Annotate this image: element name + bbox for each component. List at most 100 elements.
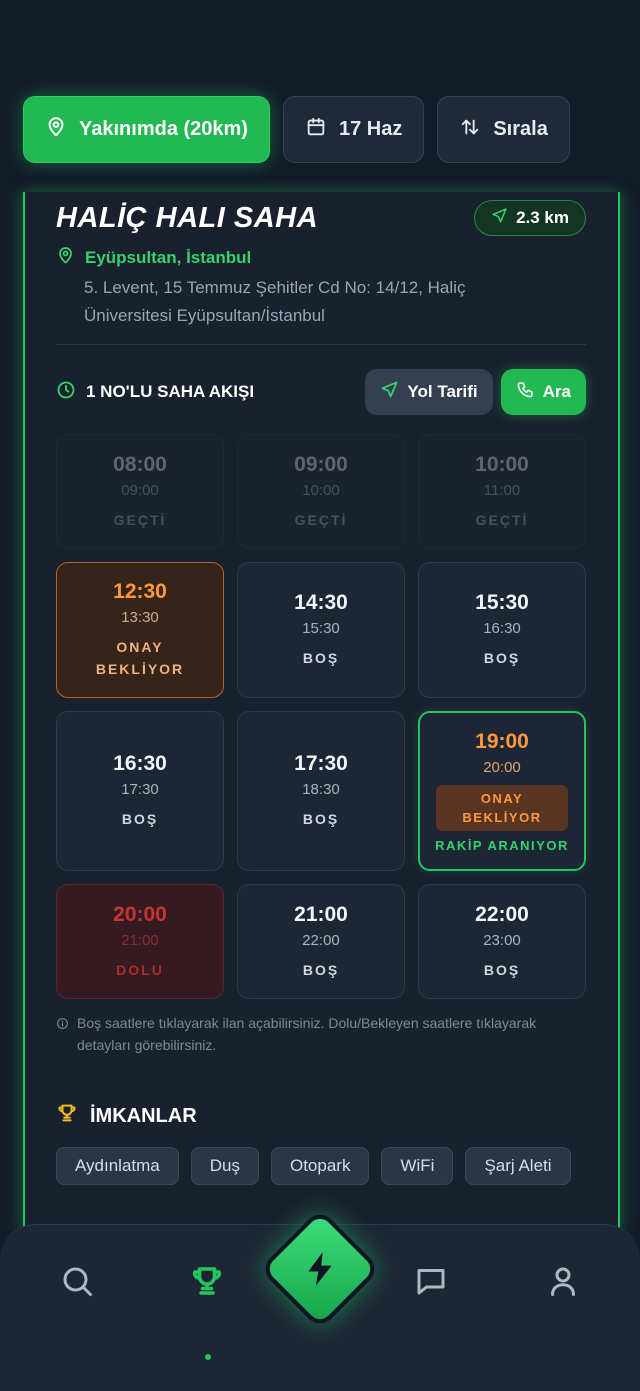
nearby-filter-label: Yakınımda (20km) xyxy=(79,118,248,140)
slot-end-time: 20:00 xyxy=(483,758,521,776)
nav-search[interactable] xyxy=(59,1263,99,1303)
time-slot-available[interactable]: 21:00 22:00 BOŞ xyxy=(237,884,405,999)
trophy-icon xyxy=(189,1267,225,1303)
slot-status: ONAY BEKLİYOR xyxy=(96,636,184,680)
slot-end-time: 23:00 xyxy=(483,931,521,949)
slot-start-time: 17:30 xyxy=(294,752,348,775)
search-icon xyxy=(59,1267,95,1303)
amenities-header: İMKANLAR xyxy=(56,1102,197,1130)
schedule-hint: Boş saatlere tıklayarak ilan açabilirsin… xyxy=(56,1012,576,1056)
schedule-title-text: 1 NO'LU SAHA AKIŞI xyxy=(86,382,255,401)
nav-messages[interactable] xyxy=(413,1263,453,1303)
schedule-hint-text: Boş saatlere tıklayarak ilan açabilirsin… xyxy=(77,1015,537,1053)
phone-icon xyxy=(516,380,535,404)
call-label: Ara xyxy=(542,382,571,401)
navigation-arrow-icon xyxy=(491,207,508,229)
sort-arrows-icon xyxy=(459,116,481,144)
amenity-tag: WiFi xyxy=(381,1147,454,1185)
amenities-list: Aydınlatma Duş Otopark WiFi Şarj Aleti xyxy=(56,1147,576,1185)
slot-end-time: 21:00 xyxy=(121,931,159,949)
slot-end-time: 16:30 xyxy=(483,620,521,637)
slot-start-time: 22:00 xyxy=(475,902,529,926)
calendar-icon xyxy=(305,116,327,144)
slot-start-time: 10:00 xyxy=(475,452,529,476)
divider xyxy=(56,344,586,345)
venue-address: 5. Levent, 15 Temmuz Şehitler Cd No: 14/… xyxy=(84,278,466,325)
user-icon xyxy=(545,1267,581,1303)
lightning-icon xyxy=(300,1249,340,1289)
slot-start-time: 19:00 xyxy=(475,729,529,753)
slot-start-time: 20:00 xyxy=(113,902,167,926)
amenity-tag: Otopark xyxy=(270,1147,370,1185)
top-bar: Yakınımda (20km) 17 Haz Sırala xyxy=(0,0,640,192)
location-pin-icon xyxy=(56,246,75,270)
time-slot-grid: 08:00 09:00 GEÇTİ 09:00 10:00 GEÇTİ 10:0… xyxy=(56,434,588,999)
distance-value: 2.3 km xyxy=(516,208,569,227)
sort-label: Sırala xyxy=(493,118,548,140)
slot-status: BOŞ xyxy=(483,961,521,978)
time-slot-past: 10:00 11:00 GEÇTİ xyxy=(418,434,586,549)
slot-status: GEÇTİ xyxy=(475,511,529,528)
slot-end-time: 18:30 xyxy=(302,781,340,798)
time-slot-pending[interactable]: 12:30 13:30 ONAY BEKLİYOR xyxy=(56,562,224,698)
slot-end-time: 22:00 xyxy=(302,931,340,949)
filter-bar: Yakınımda (20km) 17 Haz Sırala xyxy=(23,96,570,163)
slot-status: GEÇTİ xyxy=(113,511,167,528)
pending-badge-line: ONAY xyxy=(480,790,524,806)
clock-icon xyxy=(56,380,76,405)
slot-start-time: 16:30 xyxy=(113,752,167,775)
trophy-icon xyxy=(56,1102,78,1130)
info-icon xyxy=(56,1012,69,1056)
slot-end-time: 10:00 xyxy=(302,481,340,499)
slot-status: BOŞ xyxy=(121,811,159,827)
time-slot-full[interactable]: 20:00 21:00 DOLU xyxy=(56,884,224,999)
nav-trophy[interactable] xyxy=(189,1263,229,1303)
schedule-header: 1 NO'LU SAHA AKIŞI Yol Tarifi Ara xyxy=(56,368,586,416)
time-slot-available[interactable]: 15:30 16:30 BOŞ xyxy=(418,562,586,698)
amenity-tag: Şarj Aleti xyxy=(465,1147,571,1185)
slot-status: DOLU xyxy=(116,961,164,978)
amenity-tag: Aydınlatma xyxy=(56,1147,179,1185)
slot-start-time: 14:30 xyxy=(294,591,348,614)
sort-button[interactable]: Sırala xyxy=(437,96,570,163)
time-slot-available[interactable]: 17:30 18:30 BOŞ xyxy=(237,711,405,871)
slot-end-time: 11:00 xyxy=(483,481,521,499)
slot-status: BOŞ xyxy=(483,650,521,666)
venue-location: Eyüpsultan, İstanbul xyxy=(56,246,251,270)
location-pin-icon xyxy=(45,116,67,144)
amenity-tag: Duş xyxy=(190,1147,259,1185)
slot-end-time: 15:30 xyxy=(302,620,340,637)
time-slot-available[interactable]: 22:00 23:00 BOŞ xyxy=(418,884,586,999)
date-filter-label: 17 Haz xyxy=(338,118,403,140)
slot-start-time: 09:00 xyxy=(294,452,348,476)
slot-status-line: BEKLİYOR xyxy=(95,661,185,677)
time-slot-available[interactable]: 16:30 17:30 BOŞ xyxy=(56,711,224,871)
nav-profile[interactable] xyxy=(545,1263,585,1303)
pending-badge: ONAY BEKLİYOR xyxy=(436,784,568,831)
slot-end-time: 13:30 xyxy=(121,609,159,626)
time-slot-available[interactable]: 14:30 15:30 BOŞ xyxy=(237,562,405,698)
time-slot-seeking-opponent[interactable]: 19:00 20:00 ONAY BEKLİYOR RAKİP ARANIYOR xyxy=(418,711,586,871)
venue-card: HALİÇ HALI SAHA 2.3 km Eyüpsultan, İstan… xyxy=(23,192,620,1232)
schedule-title: 1 NO'LU SAHA AKIŞI xyxy=(56,380,365,405)
slot-start-time: 08:00 xyxy=(113,452,167,476)
slot-start-time: 12:30 xyxy=(113,580,167,603)
slot-status: GEÇTİ xyxy=(294,511,348,528)
navigation-arrow-icon xyxy=(380,380,399,404)
slot-status: BOŞ xyxy=(302,650,340,666)
active-indicator xyxy=(205,1354,211,1360)
chat-icon xyxy=(413,1269,449,1303)
time-slot-past: 08:00 09:00 GEÇTİ xyxy=(56,434,224,549)
call-button[interactable]: Ara xyxy=(500,369,586,415)
nearby-filter-button[interactable]: Yakınımda (20km) xyxy=(23,96,270,163)
amenities-title: İMKANLAR xyxy=(90,1104,197,1127)
directions-button[interactable]: Yol Tarifi xyxy=(365,369,493,415)
slot-start-time: 15:30 xyxy=(475,591,529,614)
date-filter-button[interactable]: 17 Haz xyxy=(282,96,425,163)
pending-badge-line: BEKLİYOR xyxy=(462,809,542,825)
directions-label: Yol Tarifi xyxy=(407,382,478,401)
slot-end-time: 09:00 xyxy=(121,481,159,499)
seeking-opponent-label: RAKİP ARANIYOR xyxy=(435,837,569,853)
slot-status: BOŞ xyxy=(302,961,340,978)
distance-badge: 2.3 km xyxy=(474,200,586,236)
